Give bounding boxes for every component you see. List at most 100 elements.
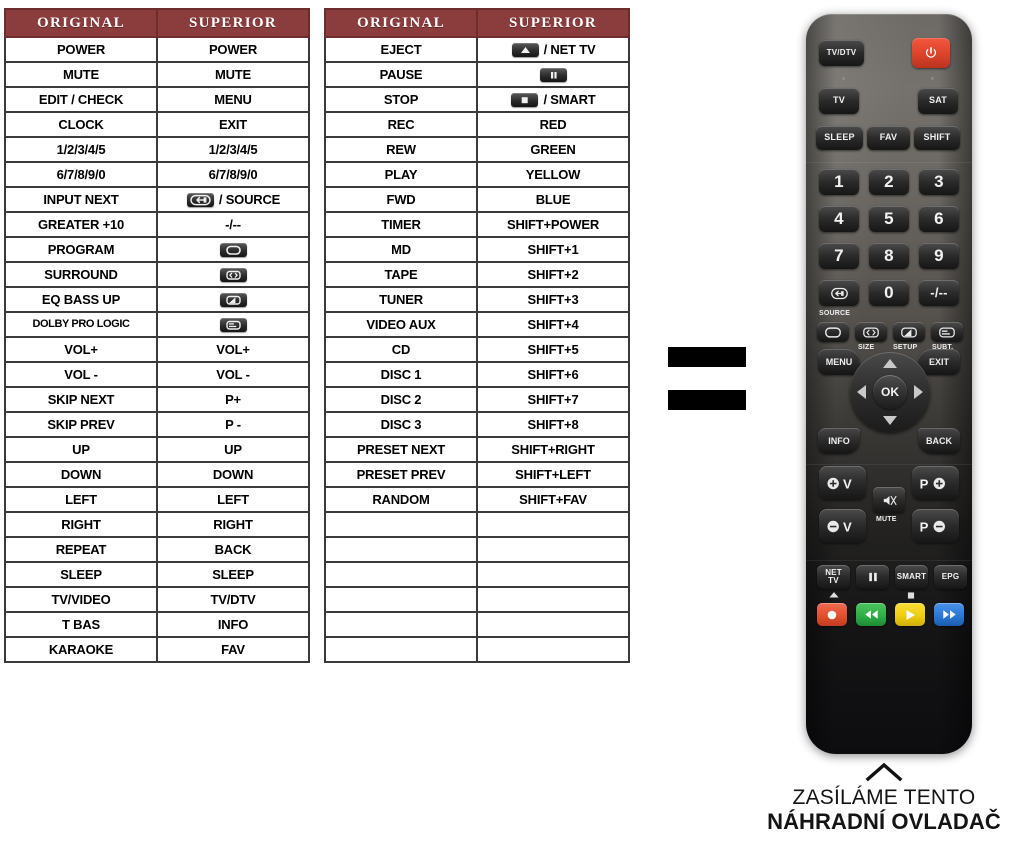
cell-original: VOL -	[4, 361, 158, 388]
table-row: TV/VIDEO TV/DTV	[4, 586, 310, 613]
table-row: PRESET NEXT SHIFT+RIGHT	[324, 436, 630, 463]
remote-button-play[interactable]	[895, 603, 925, 626]
cell-original: DOLBY PRO LOGIC	[4, 311, 158, 338]
table-row	[324, 561, 630, 588]
cell-text: / SMART	[543, 92, 596, 107]
table-row: TAPE SHIFT+2	[324, 261, 630, 288]
remote-button-3[interactable]: 3	[919, 169, 959, 195]
dpad-left-icon[interactable]	[857, 385, 866, 399]
remote-button-menu[interactable]: MENU	[818, 349, 860, 375]
remote-button-volume-down[interactable]: V	[819, 509, 866, 543]
remote-button-6[interactable]: 6	[919, 206, 959, 232]
cell-superior: YELLOW	[476, 161, 630, 188]
pause-icon	[539, 67, 567, 82]
remote-button-dash[interactable]: -/--	[919, 280, 959, 306]
cell-original: VOL+	[4, 336, 158, 363]
remote-button-smart[interactable]: SMART	[895, 565, 928, 589]
remote-button-tv[interactable]: TV	[819, 88, 859, 114]
remote-button-sat[interactable]: SAT	[918, 88, 958, 114]
table-row: PAUSE	[324, 61, 630, 88]
screen-format-icon	[219, 242, 247, 257]
cell-superior: VOL+	[156, 336, 310, 363]
remote-button-0[interactable]: 0	[869, 280, 909, 306]
screen-format-icon	[825, 326, 841, 338]
remote-button-ok[interactable]: OK	[873, 375, 907, 409]
table-row: PROGRAM	[4, 236, 310, 263]
cell-original: 6/7/8/9/0	[4, 161, 158, 188]
dpad-right-icon[interactable]	[914, 385, 923, 399]
keymap-table-original-superior-2: ORIGINAL SUPERIOR EJECT / NET TV PAUSE STOP…	[324, 8, 630, 663]
remote-button-rewind[interactable]	[856, 603, 886, 626]
pause-icon	[868, 572, 877, 582]
cell-original: RIGHT	[4, 511, 158, 538]
table-row: RANDOM SHIFT+FAV	[324, 486, 630, 513]
remote-button-fast-forward[interactable]	[934, 603, 964, 626]
remote-caption-source: SOURCE	[819, 310, 851, 317]
cell-original: SURROUND	[4, 261, 158, 288]
program-up-icon: P	[919, 476, 945, 491]
table-row: GREATER +10 -/--	[4, 211, 310, 238]
footer-caption: ZASÍLÁME TENTO NÁHRADNÍ OVLADAČ	[744, 762, 1024, 834]
remote-button-back[interactable]: BACK	[918, 428, 960, 454]
table-row: MUTE MUTE	[4, 61, 310, 88]
remote-button-program-up[interactable]: P	[912, 466, 959, 500]
remote-button-pause[interactable]	[856, 565, 889, 589]
remote-button-fav[interactable]: FAV	[867, 126, 910, 150]
remote-button-source[interactable]	[819, 280, 859, 306]
cell-superior: FAV	[156, 636, 310, 663]
remote-button-5[interactable]: 5	[869, 206, 909, 232]
remote-caption-mute: MUTE	[876, 516, 897, 523]
stop-sub-icon	[907, 592, 915, 601]
remote-button-subtitle[interactable]	[931, 322, 963, 342]
cell-original: RANDOM	[324, 486, 478, 513]
table-row: REC RED	[324, 111, 630, 138]
remote-button-net-tv[interactable]: NET TV	[817, 565, 850, 589]
remote-button-epg[interactable]: EPG	[934, 565, 967, 589]
remote-button-7[interactable]: 7	[819, 243, 859, 269]
cell-original: CD	[324, 336, 478, 363]
setup-icon	[901, 326, 917, 338]
remote-button-2[interactable]: 2	[869, 169, 909, 195]
cell-original: GREATER +10	[4, 211, 158, 238]
cell-original: LEFT	[4, 486, 158, 513]
cell-superior	[476, 61, 630, 88]
remote-button-sleep[interactable]: SLEEP	[816, 126, 863, 150]
cell-text: / NET TV	[543, 42, 596, 57]
cell-text: / SOURCE	[218, 192, 281, 207]
table-row: RIGHT RIGHT	[4, 511, 310, 538]
remote-button-1[interactable]: 1	[819, 169, 859, 195]
remote-dpad[interactable]: OK	[850, 352, 930, 432]
remote-button-mute[interactable]	[873, 487, 905, 513]
remote-button-screen-format[interactable]	[817, 322, 849, 342]
table-row: STOP / SMART	[324, 86, 630, 113]
setup-icon	[219, 292, 247, 307]
table-row: KARAOKE FAV	[4, 636, 310, 663]
cell-superior: P+	[156, 386, 310, 413]
dpad-down-icon[interactable]	[883, 416, 897, 425]
table-row: VOL - VOL -	[4, 361, 310, 388]
table-row: DOWN DOWN	[4, 461, 310, 488]
remote-button-power[interactable]	[912, 38, 950, 68]
remote-button-record[interactable]	[817, 603, 847, 626]
table-row: VOL+ VOL+	[4, 336, 310, 363]
table-row: DISC 3 SHIFT+8	[324, 411, 630, 438]
remote-button-4[interactable]: 4	[819, 206, 859, 232]
remote-button-shift[interactable]: SHIFT	[914, 126, 960, 150]
remote-button-size[interactable]	[855, 322, 887, 342]
table-row: LEFT LEFT	[4, 486, 310, 513]
table-row: FWD BLUE	[324, 186, 630, 213]
remote-button-tv-dtv[interactable]: TV/DTV	[819, 40, 864, 66]
cell-superior: BLUE	[476, 186, 630, 213]
remote-button-setup[interactable]	[893, 322, 925, 342]
dpad-up-icon[interactable]	[883, 359, 897, 368]
remote-button-info[interactable]: INFO	[818, 428, 860, 454]
table-row	[324, 611, 630, 638]
remote-button-8[interactable]: 8	[869, 243, 909, 269]
subtitle-icon	[939, 326, 955, 338]
cell-original: EJECT	[324, 36, 478, 63]
remote-button-volume-up[interactable]: V	[819, 466, 866, 500]
remote-button-9[interactable]: 9	[919, 243, 959, 269]
cell-original: TAPE	[324, 261, 478, 288]
footer-line-2: NÁHRADNÍ OVLADAČ	[767, 808, 1001, 834]
remote-button-program-down[interactable]: P	[912, 509, 959, 543]
